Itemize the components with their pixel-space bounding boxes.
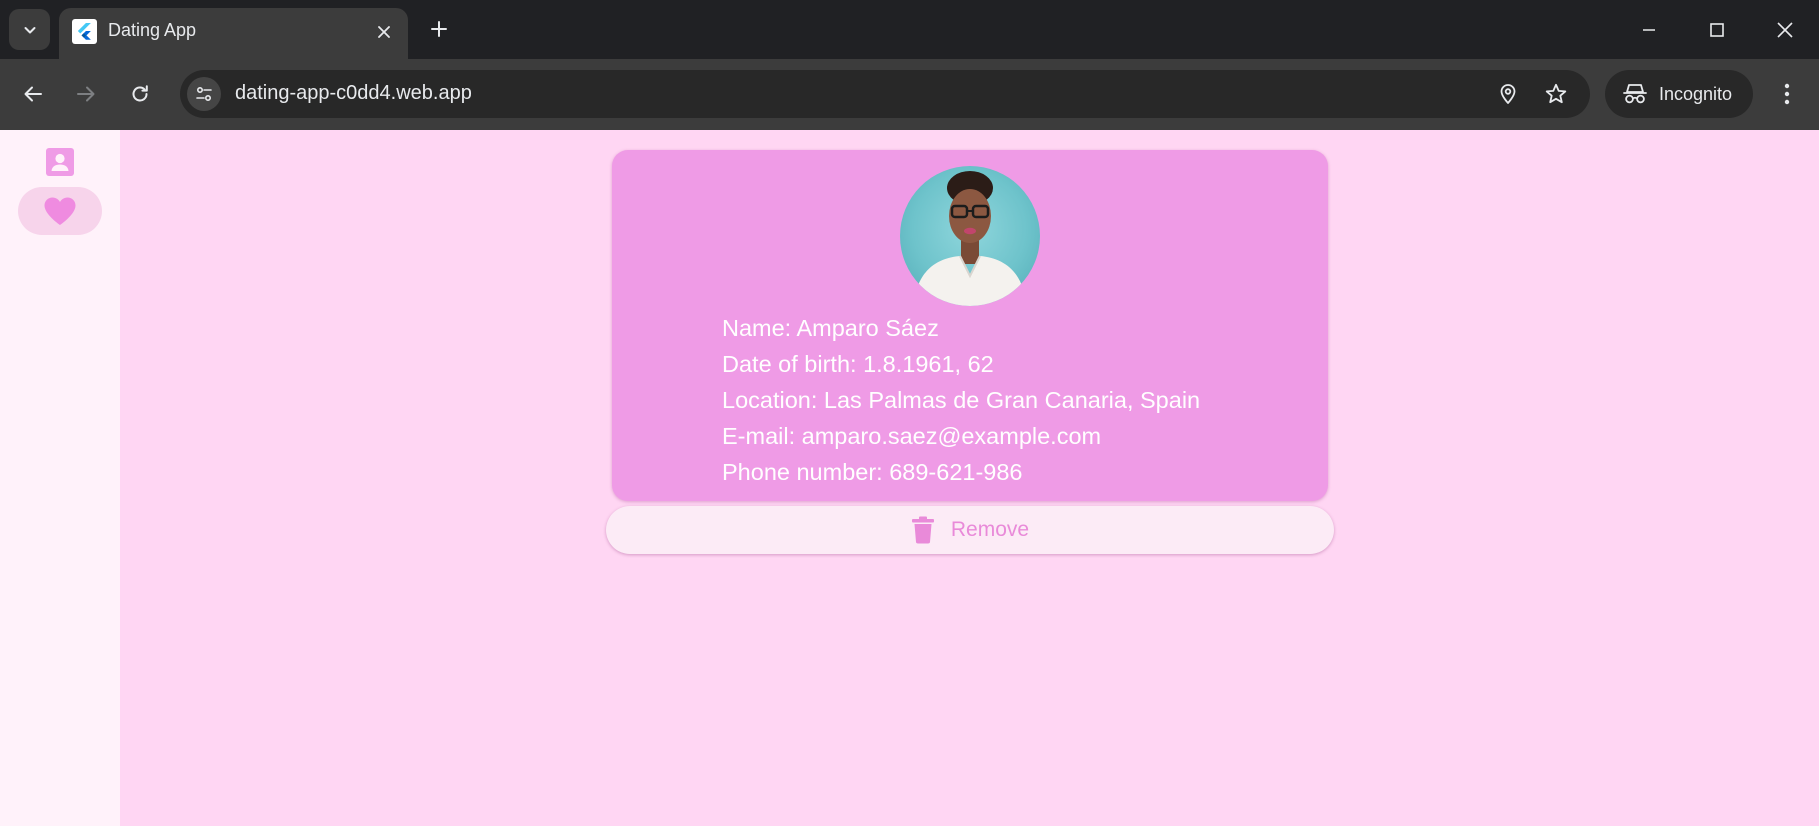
url-text[interactable]: dating-app-c0dd4.web.app — [235, 82, 472, 105]
arrow-right-icon — [77, 86, 95, 102]
rail-item-profile[interactable] — [28, 144, 92, 180]
account-box-icon — [46, 148, 74, 176]
app-viewport: Name: Amparo Sáez Date of birth: 1.8.196… — [0, 130, 1819, 826]
profile-email: E-mail: amparo.saez@example.com — [722, 423, 1102, 449]
close-icon — [378, 26, 390, 38]
maximize-icon — [1710, 23, 1724, 37]
arrow-left-icon — [24, 86, 42, 102]
location-button[interactable] — [1493, 79, 1523, 109]
bookmark-button[interactable] — [1541, 79, 1571, 109]
browser-menu-button[interactable] — [1769, 76, 1805, 112]
minimize-button[interactable] — [1624, 8, 1674, 52]
profile-date-of-birth: Date of birth: 1.8.1961, 62 — [722, 351, 994, 377]
tab-search-button[interactable] — [9, 9, 50, 50]
reload-button[interactable] — [122, 76, 158, 112]
remove-button-label: Remove — [950, 518, 1030, 541]
close-icon — [1777, 22, 1793, 38]
browser-toolbar: dating-app-c0dd4.web.app Incognito — [0, 59, 1819, 130]
chevron-down-icon — [24, 26, 35, 33]
plus-icon — [431, 21, 447, 37]
browser-tab-strip: Dating App — [0, 0, 1819, 59]
rail-item-favorites[interactable] — [18, 187, 102, 235]
new-tab-button[interactable] — [424, 14, 454, 44]
location-pin-icon — [1500, 84, 1516, 104]
heart-icon — [44, 197, 76, 225]
window-close-button[interactable] — [1760, 8, 1810, 52]
star-icon — [1545, 83, 1567, 104]
tune-icon — [196, 86, 212, 102]
profile-phone: Phone number: 689-621-986 — [722, 459, 1023, 485]
trash-icon — [911, 516, 934, 544]
minimize-icon — [1643, 29, 1655, 31]
incognito-indicator[interactable]: Incognito — [1605, 70, 1753, 118]
address-bar[interactable]: dating-app-c0dd4.web.app — [180, 70, 1590, 118]
incognito-label: Incognito — [1659, 84, 1733, 104]
forward-button[interactable] — [68, 76, 104, 112]
profile-card: Name: Amparo Sáez Date of birth: 1.8.196… — [612, 150, 1328, 501]
profile-name: Name: Amparo Sáez — [722, 315, 939, 341]
navigation-rail — [0, 130, 120, 826]
profile-info: Name: Amparo Sáez Date of birth: 1.8.196… — [722, 310, 1200, 490]
flutter-icon — [72, 19, 97, 44]
reload-icon — [132, 85, 148, 102]
profile-location: Location: Las Palmas de Gran Canaria, Sp… — [722, 387, 1201, 413]
tab-title: Dating App — [108, 20, 197, 40]
remove-button[interactable]: Remove — [606, 506, 1334, 554]
maximize-button[interactable] — [1692, 8, 1742, 52]
tab-close-button[interactable] — [371, 19, 397, 45]
browser-tab[interactable]: Dating App — [59, 8, 408, 59]
back-button[interactable] — [15, 76, 51, 112]
incognito-icon — [1623, 84, 1647, 104]
avatar — [900, 166, 1040, 306]
more-vertical-icon — [1784, 83, 1790, 105]
site-info-button[interactable] — [187, 77, 221, 111]
